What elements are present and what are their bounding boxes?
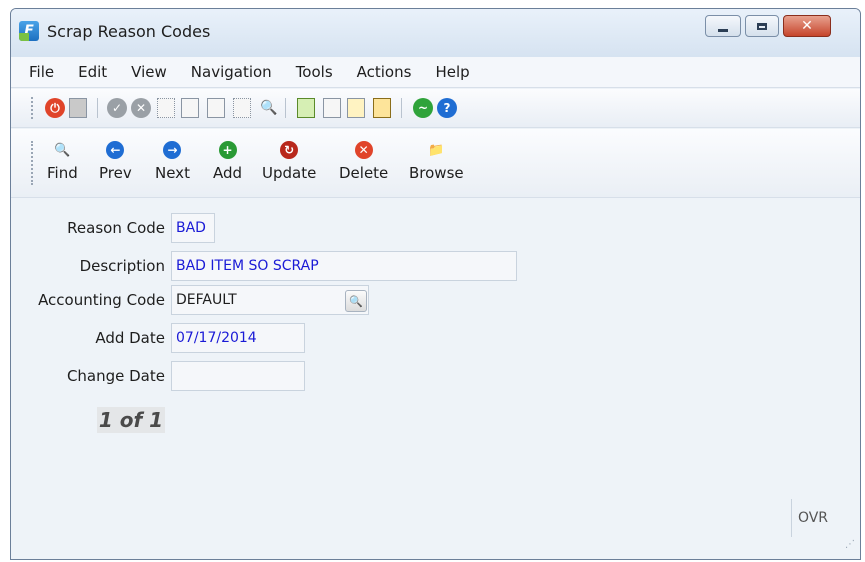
find-icon: 🔍: [54, 142, 71, 158]
power-icon[interactable]: ⏻: [45, 98, 65, 118]
toolbar-grip[interactable]: [31, 141, 36, 185]
attachment-icon[interactable]: [323, 98, 341, 118]
cut-icon[interactable]: [157, 98, 175, 118]
copy-icon[interactable]: [181, 98, 199, 118]
change-date-label: Change Date: [66, 367, 165, 385]
paste-icon[interactable]: [207, 98, 225, 118]
toolbar-separator: [97, 98, 98, 118]
cancel-icon[interactable]: ✕: [131, 98, 151, 118]
browse-button[interactable]: 📁 Browse: [409, 141, 464, 183]
update-label: Update: [262, 164, 317, 182]
description-field[interactable]: BAD ITEM SO SCRAP: [171, 251, 517, 281]
save-icon[interactable]: [69, 98, 87, 118]
zoom-icon[interactable]: 🔍: [259, 98, 279, 118]
next-button[interactable]: → Next: [155, 141, 190, 182]
chart-icon[interactable]: ~: [413, 98, 433, 118]
prev-label: Prev: [99, 164, 132, 182]
find-label: Find: [47, 164, 78, 182]
navigation-toolbar: 🔍 Find ← Prev → Next + Add ↻ Update ✕ De…: [11, 129, 860, 198]
select-all-icon[interactable]: [233, 98, 251, 118]
edit-document-icon[interactable]: [347, 98, 365, 118]
update-icon: ↻: [280, 141, 299, 159]
lookup-icon[interactable]: 🔍: [345, 290, 367, 312]
toolbar-separator: [401, 98, 402, 118]
menu-help[interactable]: Help: [423, 63, 481, 81]
toolbar-grip[interactable]: [31, 97, 36, 119]
menu-actions[interactable]: Actions: [345, 63, 424, 81]
notes-icon[interactable]: [297, 98, 315, 118]
accounting-code-label: Accounting Code: [38, 291, 165, 309]
close-button[interactable]: ✕: [783, 15, 831, 37]
next-icon: →: [163, 141, 182, 159]
menu-navigation[interactable]: Navigation: [179, 63, 284, 81]
change-date-field[interactable]: [171, 361, 305, 391]
minimize-button[interactable]: [705, 15, 741, 37]
prev-icon: ←: [106, 141, 125, 159]
delete-label: Delete: [339, 164, 389, 182]
description-label: Description: [79, 257, 165, 275]
record-form: Reason Code BAD Description BAD ITEM SO …: [11, 199, 860, 559]
browse-label: Browse: [409, 164, 464, 182]
accounting-code-field[interactable]: DEFAULT: [171, 285, 369, 315]
check-icon[interactable]: ✓: [107, 98, 127, 118]
record-count: 1 of 1: [97, 407, 165, 433]
update-button[interactable]: ↻ Update: [262, 141, 316, 182]
help-icon[interactable]: ?: [437, 98, 457, 118]
maximize-icon: [757, 22, 767, 30]
menu-view[interactable]: View: [119, 63, 179, 81]
reason-code-field[interactable]: BAD: [171, 213, 215, 243]
checklist-icon[interactable]: [373, 98, 391, 118]
menu-file[interactable]: File: [11, 63, 66, 81]
menu-bar: File Edit View Navigation Tools Actions …: [11, 57, 860, 88]
add-label: Add: [213, 164, 243, 182]
find-button[interactable]: 🔍 Find: [47, 141, 78, 183]
app-window: F Scrap Reason Codes ✕ File Edit View Na…: [10, 8, 861, 560]
folder-icon: 📁: [428, 142, 445, 158]
toolbar-separator: [285, 98, 286, 118]
title-bar[interactable]: F Scrap Reason Codes ✕: [11, 9, 860, 58]
reason-code-label: Reason Code: [67, 219, 165, 237]
menu-edit[interactable]: Edit: [66, 63, 119, 81]
minimize-icon: [718, 28, 728, 32]
next-label: Next: [155, 164, 190, 182]
prev-button[interactable]: ← Prev: [99, 141, 132, 182]
add-icon: +: [218, 141, 237, 159]
resize-grip-icon[interactable]: ⋰: [845, 539, 855, 550]
maximize-button[interactable]: [745, 15, 779, 37]
menu-tools[interactable]: Tools: [284, 63, 345, 81]
add-date-label: Add Date: [95, 329, 165, 347]
window-title: Scrap Reason Codes: [47, 22, 211, 41]
close-icon: ✕: [801, 18, 813, 34]
delete-button[interactable]: ✕ Delete: [339, 141, 388, 182]
standard-toolbar: ⏻ ✓ ✕ 🔍 ~ ?: [11, 89, 860, 128]
ovr-indicator: OVR: [791, 499, 834, 537]
delete-icon: ✕: [354, 141, 373, 159]
app-logo-icon: F: [19, 21, 39, 41]
add-button[interactable]: + Add: [213, 141, 242, 182]
add-date-field[interactable]: 07/17/2014: [171, 323, 305, 353]
